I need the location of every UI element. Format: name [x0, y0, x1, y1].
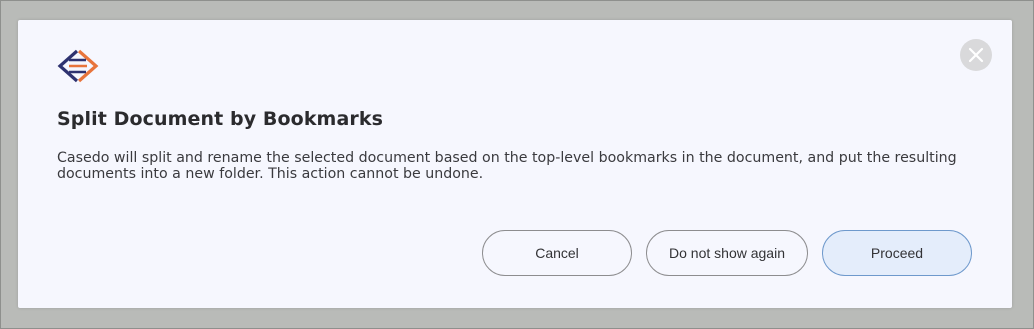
split-document-dialog: Split Document by Bookmarks Casedo will … — [18, 20, 1012, 308]
casedo-logo-icon — [56, 49, 100, 83]
close-button[interactable] — [960, 39, 992, 71]
dialog-title: Split Document by Bookmarks — [57, 108, 383, 130]
do-not-show-again-button[interactable]: Do not show again — [646, 230, 808, 276]
dialog-message: Casedo will split and rename the selecte… — [57, 150, 957, 182]
cancel-button[interactable]: Cancel — [482, 230, 632, 276]
close-icon — [968, 47, 984, 63]
proceed-button[interactable]: Proceed — [822, 230, 972, 276]
